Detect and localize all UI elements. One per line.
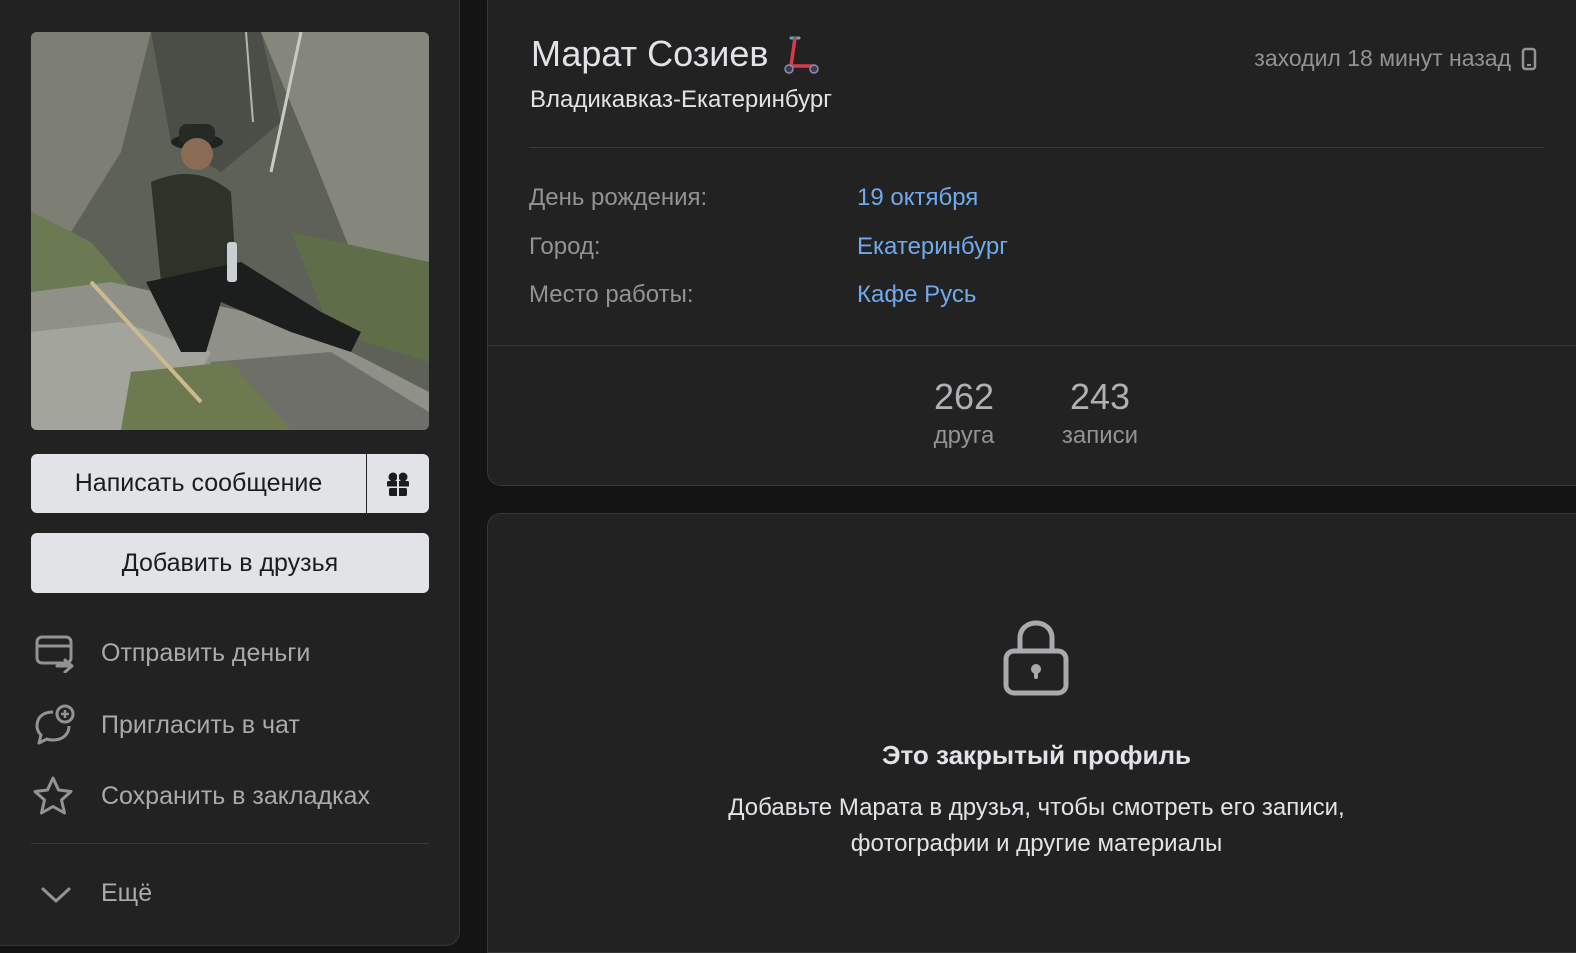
posts-count: 243 [1069,376,1131,417]
info-row-birthday: День рождения: 19 октября [529,184,978,212]
avatar-photo [31,32,429,430]
info-key: День рождения: [529,184,708,211]
add-friend-button[interactable]: Добавить в друзья [31,533,429,593]
more-label: Ещё [101,878,153,907]
closed-text-line-2: фотографии и другие материалы [850,830,1223,857]
sidebar-divider [31,843,429,844]
profile-sidebar: Написать сообщение Добавить в друзья Отп… [0,0,460,946]
menu-bookmark[interactable]: Сохранить в закладках [31,768,429,824]
add-friend-label: Добавить в друзья [121,548,339,577]
friends-count: 262 [933,376,995,417]
gift-button[interactable] [367,454,429,513]
birthday-link[interactable]: 19 октября [857,184,978,212]
friends-caption: друга [933,422,995,449]
write-message-button[interactable]: Написать сообщение [31,454,366,513]
lock-icon [1003,620,1069,696]
profile-name: Марат Созиев [531,33,769,74]
last-seen: заходил 18 минут назад [1254,45,1537,72]
money-transfer-icon [31,631,85,675]
scooter-icon [783,36,819,74]
info-divider [529,147,1544,148]
counters-divider [488,345,1576,346]
last-seen-text: заходил 18 минут назад [1254,45,1511,71]
city-link[interactable]: Екатеринбург [857,233,1008,261]
menu-send-money[interactable]: Отправить деньги [31,625,429,681]
chevron-down-icon [31,871,85,915]
closed-profile-text: Добавьте Марата в друзья, чтобы смотреть… [488,790,1576,862]
closed-text-line-1: Добавьте Марата в друзья, чтобы смотреть… [728,794,1345,821]
posts-caption: записи [1061,422,1139,449]
info-key: Город: [529,233,601,260]
profile-avatar[interactable] [31,32,429,430]
star-icon [31,774,85,818]
chat-add-icon [31,703,85,747]
profile-info-card: Марат Созиев Владикавказ-Екатеринбург за… [487,0,1576,486]
gift-icon [387,472,409,496]
invite-chat-label: Пригласить в чат [101,710,300,739]
menu-invite-chat[interactable]: Пригласить в чат [31,697,429,753]
work-link[interactable]: Кафе Русь [857,281,976,309]
closed-profile-title: Это закрытый профиль [882,740,1191,770]
info-row-city: Город: Екатеринбург [529,233,1008,261]
bookmark-label: Сохранить в закладках [101,781,370,810]
send-money-label: Отправить деньги [101,638,311,667]
profile-name-row: Марат Созиев [531,32,821,76]
closed-profile-card: Это закрытый профиль Добавьте Марата в д… [487,513,1576,953]
profile-status: Владикавказ-Екатеринбург [530,86,832,113]
posts-counter[interactable]: 243 записи [1040,376,1160,450]
info-row-work: Место работы: Кафе Русь [529,281,976,309]
mobile-phone-icon [1521,47,1537,70]
friends-counter[interactable]: 262 друга [904,376,1024,450]
write-message-label: Написать сообщение [74,469,323,497]
info-key: Место работы: [529,281,694,308]
menu-more[interactable]: Ещё [31,865,429,921]
